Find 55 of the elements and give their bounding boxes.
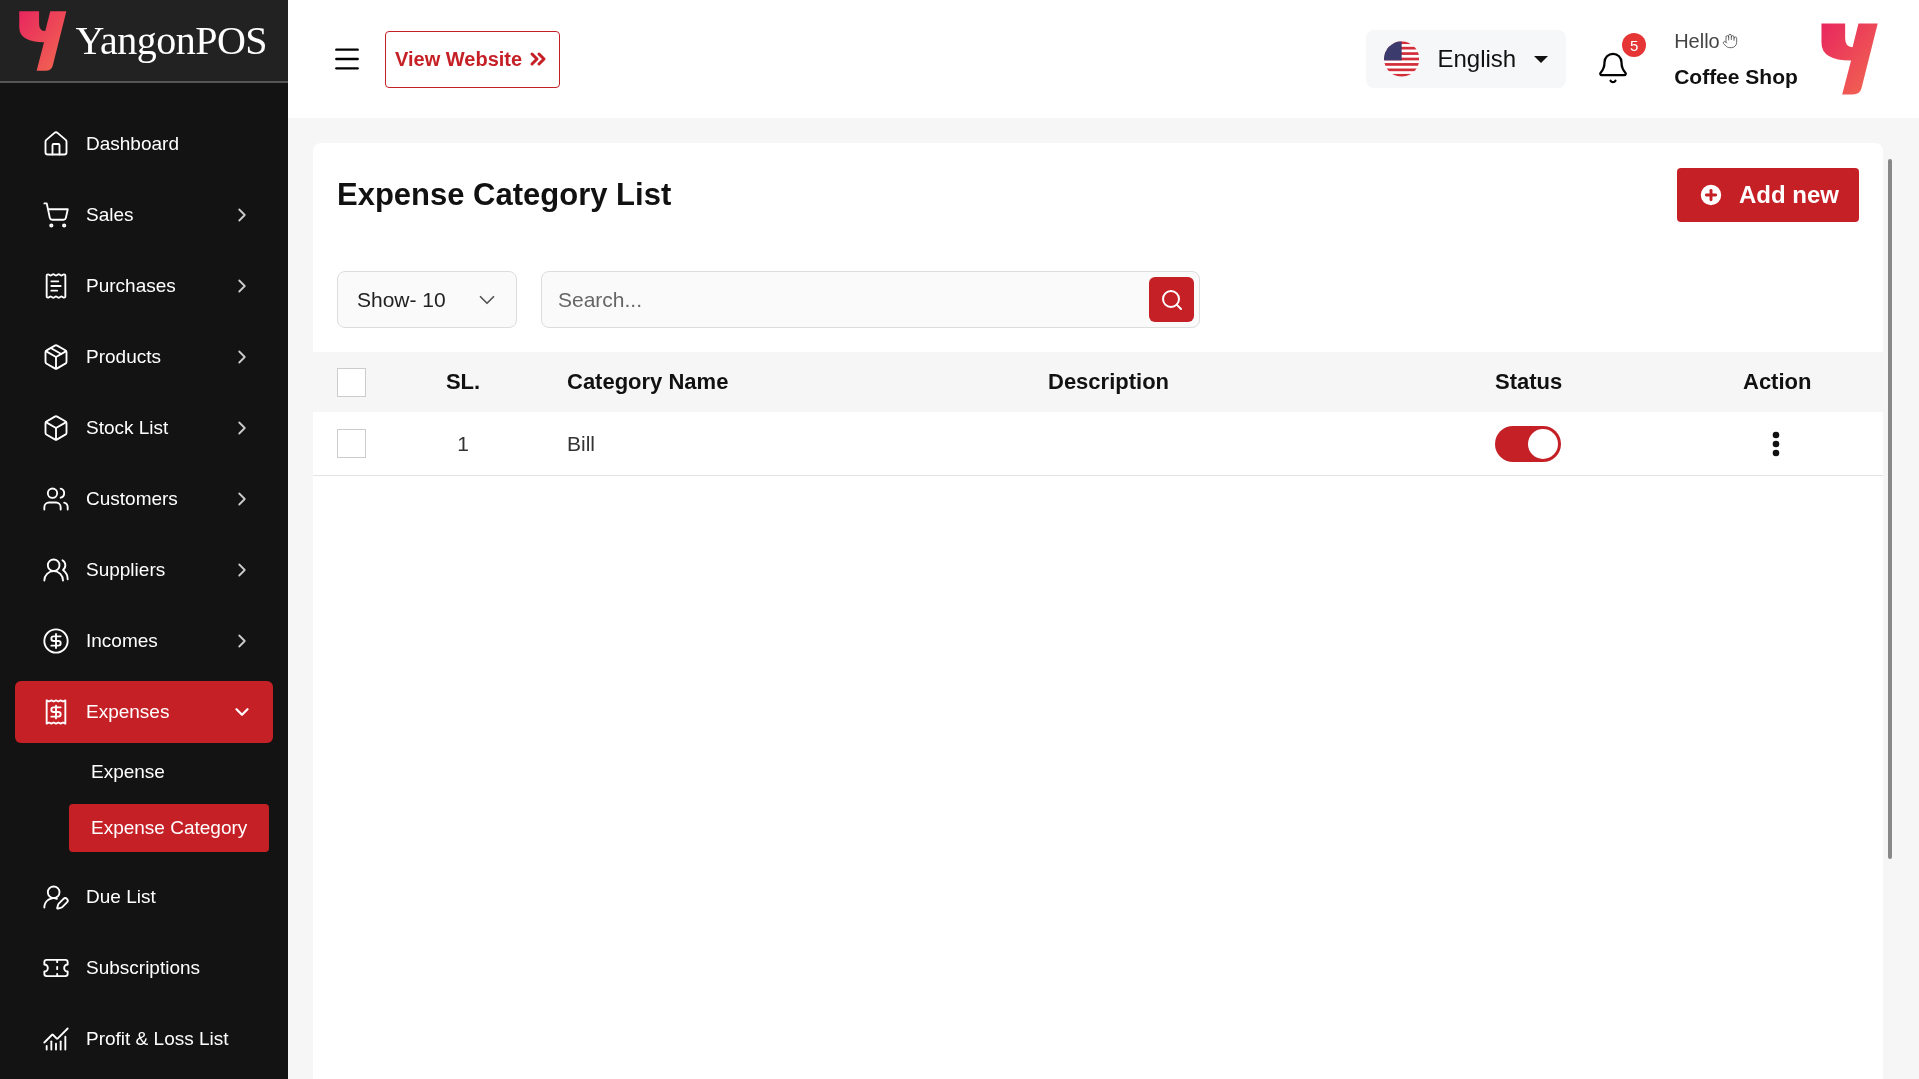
cart-icon: [42, 201, 70, 229]
column-header: SL.: [445, 369, 481, 395]
sidebar-item[interactable]: Dashboard: [15, 113, 273, 175]
brand-logo-icon: [18, 9, 68, 72]
dollar-coin-icon: [42, 627, 70, 655]
sidebar-item[interactable]: Products: [15, 326, 273, 388]
scrollbar-thumb[interactable]: [1888, 159, 1892, 859]
notification-count: 5: [1622, 33, 1647, 57]
greeting-text: Hello: [1674, 29, 1798, 53]
more-actions-button[interactable]: [1772, 430, 1780, 457]
brand-name: YangonPOS: [75, 17, 268, 64]
select-all-checkbox[interactable]: [337, 367, 366, 397]
sidebar-item[interactable]: Subscriptions: [15, 937, 273, 999]
caret-icon: [1534, 55, 1549, 63]
sidebar-item[interactable]: Due List: [15, 866, 273, 928]
table-cell: Bill: [567, 431, 595, 456]
users-icon: [42, 556, 70, 584]
chart-icon: [42, 1025, 70, 1053]
box-icon: [42, 414, 70, 442]
page-size-select[interactable]: Show- 10: [337, 271, 517, 328]
notification-button[interactable]: 5: [1596, 33, 1647, 85]
sidebar-item[interactable]: Purchases: [15, 255, 273, 317]
view-website-button[interactable]: View Website: [385, 30, 561, 88]
language-select[interactable]: English: [1366, 30, 1567, 88]
table-cell: 1: [457, 431, 469, 456]
search-icon: [1159, 287, 1184, 312]
row-checkbox[interactable]: [337, 429, 366, 458]
sidebar-item[interactable]: Suppliers: [15, 539, 273, 601]
waving-hand-icon: [1721, 33, 1738, 49]
add-new-button[interactable]: Add new: [1677, 168, 1859, 222]
column-header: Description: [1048, 369, 1170, 395]
sidebar-item[interactable]: Stock List: [15, 397, 273, 459]
status-toggle[interactable]: [1495, 425, 1561, 462]
plus-icon: [1697, 181, 1725, 209]
search-field[interactable]: Search...: [541, 271, 1200, 328]
page-title: Expense Category List: [337, 177, 672, 213]
sidebar-item[interactable]: Customers: [15, 468, 273, 530]
avatar-logo-icon: [1819, 22, 1879, 96]
column-header: Status: [1495, 369, 1563, 395]
sidebar-item[interactable]: Incomes: [15, 610, 273, 672]
submenu-item[interactable]: Expense: [69, 748, 187, 796]
package-icon: [42, 343, 70, 371]
search-button[interactable]: [1149, 277, 1194, 322]
user-icon: [42, 883, 70, 911]
vertical-dots-icon: [1772, 430, 1780, 457]
column-header: Category Name: [567, 369, 729, 395]
us-flag-icon: [1384, 41, 1420, 77]
house-icon: [42, 130, 70, 158]
column-header: Action: [1743, 369, 1812, 395]
users-icon: [42, 485, 70, 513]
sidebar-item[interactable]: Expenses: [15, 681, 273, 743]
submenu-item[interactable]: Expense Category: [69, 804, 270, 852]
sidebar-item[interactable]: Sales: [15, 184, 273, 246]
user-name: Coffee Shop: [1674, 64, 1798, 89]
sidebar-item[interactable]: Profit & Loss List: [15, 1008, 273, 1070]
